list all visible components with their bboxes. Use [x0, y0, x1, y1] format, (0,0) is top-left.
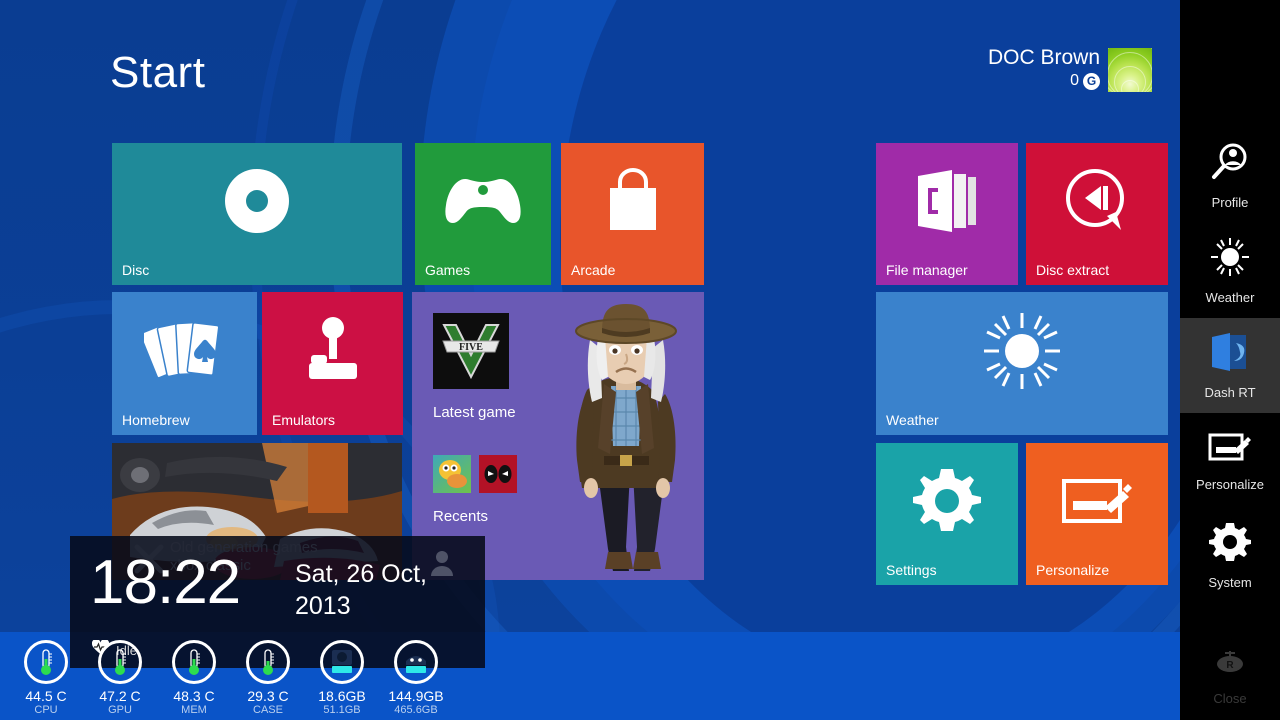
gamerscore: 0 G [1070, 70, 1100, 92]
status-label: 51.1GB [323, 704, 361, 716]
gamepad-icon [415, 143, 551, 259]
status-item-gpu[interactable]: 47.2 C GPU [96, 640, 144, 716]
thermometer-icon [172, 640, 216, 684]
door-exit-icon [1208, 331, 1252, 378]
disc-icon [112, 143, 402, 259]
right-rail: Profile Weather Dash RT Personalize Syst… [1180, 0, 1280, 720]
rail-item-weather[interactable]: Weather [1180, 223, 1280, 318]
tile-label: Games [425, 262, 471, 278]
rail-item-label: Dash RT [1204, 385, 1256, 400]
rail-item-label: Profile [1211, 195, 1249, 210]
status-item-case[interactable]: 29.3 C CASE [244, 640, 292, 716]
gamerscore-value: 0 [1070, 72, 1079, 89]
tile-label: Homebrew [122, 412, 190, 428]
tile-arcade[interactable]: Arcade [561, 143, 704, 285]
tile-label-recents: Recents [433, 508, 489, 525]
rail-item-label: Close [1213, 691, 1247, 706]
clock-time: 18:22 [90, 548, 241, 617]
status-label: CPU [34, 704, 58, 716]
thermometer-icon [98, 640, 142, 684]
gamerpic[interactable] [1108, 48, 1152, 92]
user-profile-block[interactable]: DOC Brown 0 G [988, 46, 1152, 92]
tile-label: Settings [886, 562, 937, 578]
rail-item-personalize[interactable]: Personalize [1180, 413, 1280, 508]
status-label: GPU [108, 704, 132, 716]
doc-brown-avatar[interactable] [532, 298, 704, 580]
rail-item-system[interactable]: System [1180, 508, 1280, 603]
status-value: 144.9GB [388, 688, 444, 704]
recent-games-icons[interactable] [433, 455, 517, 493]
rail-item-label: System [1208, 575, 1252, 590]
status-value: 47.2 C [99, 688, 141, 704]
recent-game-2-icon[interactable] [479, 455, 517, 493]
status-label: MEM [181, 704, 207, 716]
tile-emulators[interactable]: Emulators [262, 292, 403, 435]
drive-icon [394, 640, 438, 684]
status-value: 29.3 C [247, 688, 289, 704]
tile-label: Emulators [272, 412, 336, 428]
rail-item-dash-rt[interactable]: Dash RT [1180, 318, 1280, 413]
tile-homebrew[interactable]: Homebrew [112, 292, 257, 435]
person-icon [431, 550, 453, 581]
svg-text:FIVE: FIVE [459, 342, 483, 353]
rewind-bubble-icon [1026, 143, 1168, 259]
gta-v-boxart[interactable]: FIVE [433, 313, 509, 389]
profile-search-icon [1209, 141, 1251, 188]
shopping-bag-icon [561, 143, 704, 259]
gear-icon [1209, 521, 1251, 568]
status-item-internal-storage[interactable]: 18.6GB 51.1GB [318, 640, 366, 716]
tile-personalize[interactable]: Personalize [1026, 443, 1168, 585]
hdd-icon [320, 640, 364, 684]
status-value: 44.5 C [25, 688, 67, 704]
rail-item-label: Weather [1205, 290, 1255, 305]
playing-cards-icon [112, 292, 257, 409]
tile-label: Weather [886, 412, 939, 428]
r-trigger-icon: R [1211, 649, 1249, 684]
tile-disc[interactable]: Disc [112, 143, 402, 285]
tile-label: Personalize [1036, 562, 1110, 578]
paintbrush-card-icon [1026, 443, 1168, 559]
thermometer-icon [24, 640, 68, 684]
system-status-bar: 44.5 C CPU 47.2 C GPU 48.3 C MEM 29.3 C … [22, 640, 444, 716]
tile-settings[interactable]: Settings [876, 443, 1018, 585]
tile-label: Disc extract [1036, 262, 1110, 278]
status-item-cpu[interactable]: 44.5 C CPU [22, 640, 70, 716]
tile-label: Arcade [571, 262, 616, 278]
tile-file-manager[interactable]: File manager [876, 143, 1018, 285]
page-title: Start [110, 48, 206, 97]
status-item-mem[interactable]: 48.3 C MEM [170, 640, 218, 716]
sun-icon [1209, 236, 1251, 283]
xbox-dashboard-screen: Start DOC Brown 0 G Disc Games Arcade Ho… [0, 0, 1280, 720]
rail-item-profile[interactable]: Profile [1180, 128, 1280, 223]
user-name: DOC Brown [987, 46, 1100, 69]
gear-icon [876, 443, 1018, 559]
gamerscore-g-icon: G [1083, 72, 1100, 90]
tile-label: Disc [122, 262, 150, 278]
status-value: 18.6GB [318, 688, 366, 704]
status-label: CASE [253, 704, 283, 716]
recent-game-1-icon[interactable] [433, 455, 471, 493]
joystick-icon [262, 292, 403, 409]
rail-item-label: Personalize [1196, 477, 1264, 492]
tile-label: File manager [886, 262, 968, 278]
svg-text:R: R [1226, 660, 1234, 671]
tile-weather[interactable]: Weather [876, 292, 1168, 435]
tile-disc-extract[interactable]: Disc extract [1026, 143, 1168, 285]
tile-label-latest-game: Latest game [433, 404, 516, 421]
thermometer-icon [246, 640, 290, 684]
folder-files-icon [876, 143, 1018, 259]
paintbrush-card-icon [1207, 429, 1253, 470]
status-label: 465.6GB [394, 704, 438, 716]
status-value: 48.3 C [173, 688, 215, 704]
status-item-external-storage[interactable]: 144.9GB 465.6GB [388, 640, 444, 716]
sun-icon [876, 292, 1168, 409]
tile-games[interactable]: Games [415, 143, 551, 285]
rail-item-close[interactable]: R Close [1180, 630, 1280, 720]
